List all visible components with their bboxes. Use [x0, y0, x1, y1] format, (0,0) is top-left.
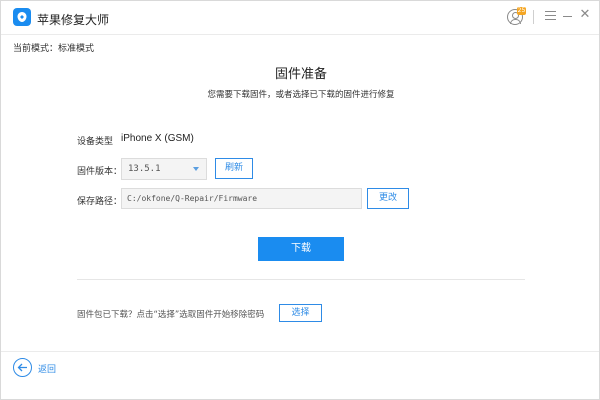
title-bar: 苹果修复大师 25 ✕ [1, 1, 599, 35]
firmware-version-value: 13.5.1 [128, 164, 161, 174]
app-logo-icon [13, 8, 31, 26]
section-divider [77, 279, 525, 280]
device-type-value: iPhone X (GSM) [121, 133, 194, 144]
change-path-button[interactable]: 更改 [367, 188, 409, 209]
firmware-version-select[interactable]: 13.5.1 [121, 158, 207, 180]
downloaded-hint-text: 固件包已下载？点击“选择”选取固件开始移除密码 [77, 310, 265, 320]
back-arrow-icon[interactable] [13, 358, 32, 377]
back-link[interactable]: 返回 [38, 362, 56, 375]
save-path-field[interactable]: C:/okfone/Q-Repair/Firmware [121, 188, 362, 209]
dropdown-arrow-icon [193, 167, 199, 171]
app-window: 苹果修复大师 25 ✕ 当前模式：标准模式 固件准备 您需要下载固件，或者选择已… [0, 0, 600, 400]
save-path-value: C:/okfone/Q-Repair/Firmware [127, 194, 258, 203]
minimize-icon[interactable] [563, 16, 572, 17]
page-title: 固件准备 [274, 67, 327, 82]
user-badge: 25 [517, 7, 526, 15]
select-firmware-button[interactable]: 选择 [279, 304, 322, 322]
page-subtitle: 您需要下载固件，或者选择已下载的固件进行修复 [207, 90, 395, 100]
footer-divider [1, 351, 599, 352]
close-icon[interactable]: ✕ [579, 8, 591, 21]
device-type-label: 设备类型 [77, 137, 114, 147]
download-button[interactable]: 下载 [258, 237, 344, 261]
save-path-label: 保存路径： [77, 197, 123, 207]
current-mode-label: 当前模式：标准模式 [13, 44, 95, 54]
menu-icon[interactable] [545, 11, 556, 21]
refresh-button[interactable]: 刷新 [215, 158, 253, 179]
firmware-version-label: 固件版本： [77, 167, 123, 177]
titlebar-divider [533, 10, 534, 24]
app-title: 苹果修复大师 [37, 13, 110, 27]
